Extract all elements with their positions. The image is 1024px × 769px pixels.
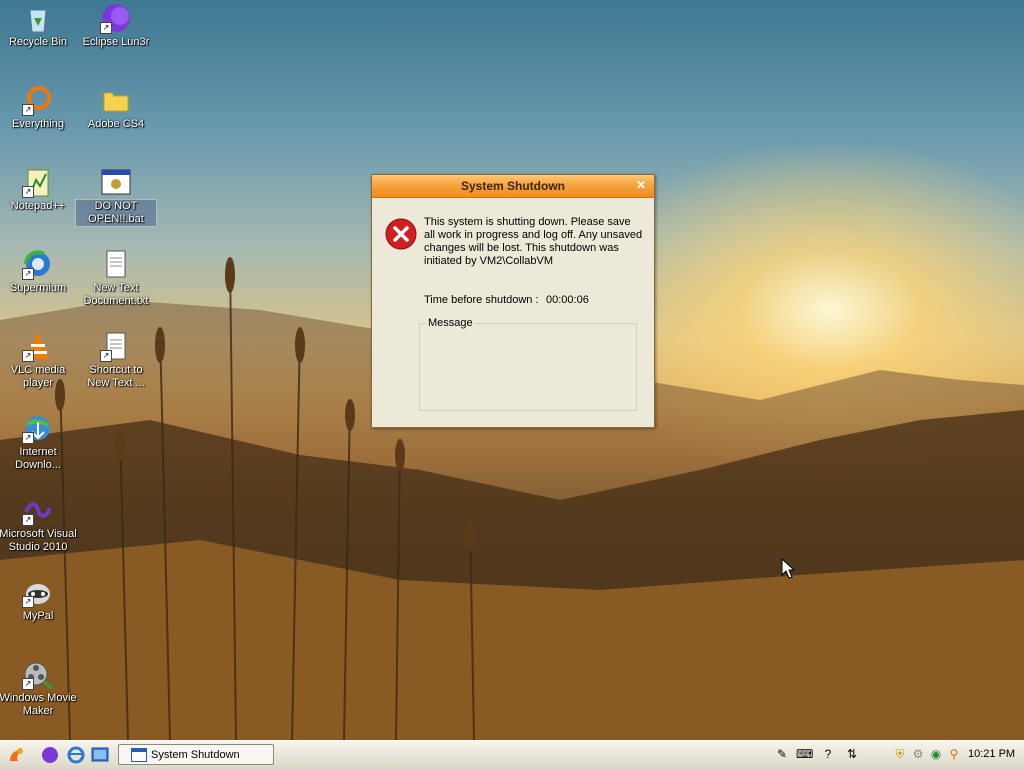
time-before-shutdown-label: Time before shutdown : [424,294,539,306]
desktop-icon-label: Notepad++ [10,200,66,212]
tray-network-icon[interactable]: ⇅ [844,746,860,762]
film-reel-icon: ↗ [22,658,54,690]
globe-download-icon: ↗ [22,412,54,444]
folder-icon [100,84,132,116]
system-shutdown-dialog[interactable]: System Shutdown ✕ This system is shuttin… [371,174,655,428]
eclipse-icon [42,747,58,763]
shortcut-arrow-icon: ↗ [22,514,34,526]
window-icon [131,748,147,762]
start-button[interactable] [6,745,26,765]
desktop-icon-label: Recycle Bin [8,36,68,48]
supermium-icon: ↗ [22,248,54,280]
notepadpp-icon: ↗ [22,166,54,198]
dialog-title-bar[interactable]: System Shutdown ✕ [372,175,654,198]
desktop-icon-do-not-open-bat[interactable]: DO NOT OPEN!!.bat [75,166,157,227]
desktop-icon-adobe-cs4[interactable]: Adobe CS4 [76,84,156,131]
desktop[interactable]: Recycle Bin ↗ Everything ↗ Notepad++ ↗ S… [0,0,1024,740]
shutdown-message: This system is shutting down. Please sav… [424,216,643,267]
shortcut-arrow-icon: ↗ [22,596,34,608]
quicklaunch-eclipse[interactable] [40,745,60,765]
message-groupbox: Message [419,317,637,411]
tray-globe-icon[interactable]: ◉ [928,746,944,762]
desktop-icon-recycle-bin[interactable]: Recycle Bin [0,2,78,49]
mouse-cursor-icon [781,558,795,579]
taskbar[interactable]: System Shutdown ✎ ⌨ ? ⇅ ⛨ ⚙ ◉ ⚲ 10:21 PM [0,740,1024,769]
desktop-icon-label: Adobe CS4 [87,118,145,130]
desktop-icon-label: Windows Movie Maker [0,692,77,717]
desktop-icon-label: Everything [12,118,64,130]
shortcut-arrow-icon: ↗ [22,678,34,690]
desktop-icon-label: Supermium [9,282,67,294]
desktop-icon-label: MyPal [22,610,54,622]
tray-help-icon[interactable]: ? [820,746,836,762]
recycle-bin-icon [22,2,54,34]
desktop-icon-mypal[interactable]: ↗ MyPal [0,576,78,623]
error-icon [385,218,417,250]
shortcut-arrow-icon: ↗ [22,350,34,362]
desktop-icon-eclipse[interactable]: ↗ Eclipse Lun3r [76,2,156,49]
shortcut-arrow-icon: ↗ [100,350,112,362]
tray-search-icon[interactable]: ⚲ [946,746,962,762]
text-document-icon [100,248,132,280]
desktop-icon-notepadpp[interactable]: ↗ Notepad++ [0,166,78,213]
taskbar-item-system-shutdown[interactable]: System Shutdown [118,744,274,765]
dialog-title: System Shutdown [460,179,565,193]
desktop-icon-new-text-document[interactable]: New Text Document.txt [76,248,156,308]
desktop-icon-label: Microsoft Visual Studio 2010 [0,528,77,553]
desktop-icon-label: Shortcut to New Text ... [87,364,145,389]
shortcut-arrow-icon: ↗ [22,268,34,280]
tray-gear-icon[interactable]: ⚙ [910,746,926,762]
everything-search-icon: ↗ [22,84,54,116]
close-icon[interactable]: ✕ [634,178,648,192]
internet-explorer-icon [67,746,85,764]
desktop-icon-vlc[interactable]: ↗ VLC media player [0,330,78,390]
desktop-icon-label: Eclipse Lun3r [82,36,150,48]
desktop-icon-everything[interactable]: ↗ Everything [0,84,78,131]
shortcut-arrow-icon: ↗ [100,22,112,34]
shortcut-arrow-icon: ↗ [22,186,34,198]
taskbar-item-label: System Shutdown [151,749,240,761]
desktop-icon-visual-studio[interactable]: ↗ Microsoft Visual Studio 2010 [0,494,78,554]
shortcut-arrow-icon: ↗ [22,432,34,444]
eclipse-icon: ↗ [100,2,132,34]
desktop-icon-label: VLC media player [10,364,66,389]
show-desktop-icon [91,747,109,762]
batch-file-icon [100,166,132,198]
desktop-icon-shortcut-new-text[interactable]: ↗ Shortcut to New Text ... [76,330,156,390]
start-logo-icon [10,748,23,761]
visual-studio-icon: ↗ [22,494,54,526]
vlc-cone-icon: ↗ [22,330,54,362]
mypal-raccoon-icon: ↗ [22,576,54,608]
text-document-icon: ↗ [100,330,132,362]
tray-keyboard-icon[interactable]: ⌨ [796,746,813,762]
desktop-icon-label: New Text Document.txt [83,282,149,307]
message-group-label: Message [426,317,475,329]
shortcut-arrow-icon: ↗ [22,104,34,116]
desktop-icon-label: Internet Downlo... [15,446,61,471]
desktop-icon-internet-download-manager[interactable]: ↗ Internet Downlo... [0,412,78,472]
tray-pen-icon[interactable]: ✎ [774,746,790,762]
desktop-icon-movie-maker[interactable]: ↗ Windows Movie Maker [0,658,78,718]
tray-shield-icon[interactable]: ⛨ [892,746,908,762]
desktop-icon-supermium[interactable]: ↗ Supermium [0,248,78,295]
clock[interactable]: 10:21 PM [968,748,1015,760]
countdown-value: 00:00:06 [546,294,589,306]
desktop-icon-label: DO NOT OPEN!!.bat [75,199,157,227]
quicklaunch-internet-explorer[interactable] [66,745,86,765]
quicklaunch-show-desktop[interactable] [90,745,110,765]
